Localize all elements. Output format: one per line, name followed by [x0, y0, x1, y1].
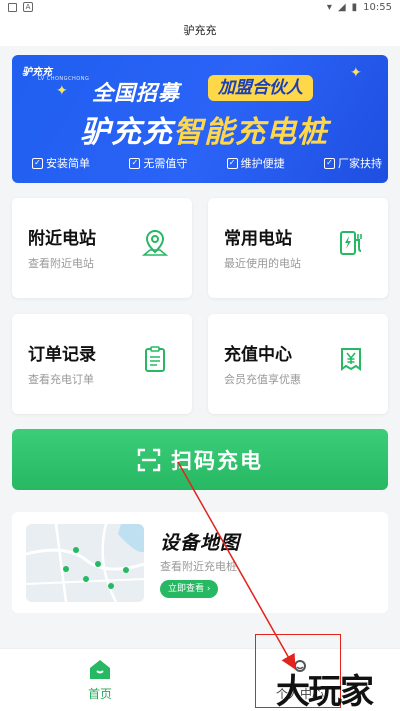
charger-icon: [340, 231, 362, 255]
card-title: 常用电站: [224, 229, 292, 249]
promo-banner[interactable]: 驴充充 LV CHONGCHONG ✦ ✦ 全国招募 加盟合伙人 驴充充智能充电…: [12, 55, 388, 183]
card-subtitle: 最近使用的电站: [224, 257, 301, 270]
check-icon: ✓: [226, 157, 238, 169]
card-order-records[interactable]: 订单记录 查看充电订单: [12, 314, 192, 414]
check-icon: ✓: [323, 157, 335, 169]
map-card-title: 设备地图: [160, 532, 241, 554]
card-recharge-center[interactable]: 充值中心 会员充值享优惠: [208, 314, 388, 414]
feature-item: ✓ 维护便捷: [226, 155, 285, 171]
wifi-icon: ▾: [326, 2, 332, 13]
notification-icon: [8, 2, 17, 12]
banner-logo-sub: LV CHONGCHONG: [38, 76, 90, 82]
map-pin-icon: [141, 229, 169, 256]
check-icon: ✓: [129, 157, 141, 169]
check-icon: ✓: [32, 157, 43, 169]
banner-product: 智能充电桩: [173, 115, 328, 150]
scan-icon: [137, 448, 161, 471]
status-bar: A ▾ ◢ ▮ 10:55: [0, 0, 400, 16]
signal-icon: ◢: [337, 2, 346, 13]
card-title: 附近电站: [28, 229, 96, 249]
map-thumbnail: [26, 524, 144, 602]
card-title: 订单记录: [28, 345, 96, 365]
scan-button-label: 扫码充电: [171, 448, 263, 473]
banner-features: ✓ 安装简单 ✓ 无需值守 ✓ 维护便捷 ✓ 厂家扶持: [32, 155, 382, 171]
feature-item: ✓ 无需值守: [129, 155, 187, 171]
card-nearby-stations[interactable]: 附近电站 查看附近电站: [12, 198, 192, 298]
battery-icon: ▮: [351, 2, 358, 13]
card-subtitle: 会员充值享优惠: [224, 373, 301, 386]
view-now-button[interactable]: 立即查看 ›: [160, 580, 219, 598]
status-time: 10:55: [363, 2, 392, 13]
tab-home[interactable]: 首页: [0, 649, 200, 711]
card-subtitle: 查看充电订单: [28, 373, 94, 386]
banner-recruit: 全国招募: [92, 81, 180, 105]
sparkle-icon: ✦: [56, 83, 68, 99]
watermark-logo: 大玩家: [276, 672, 374, 711]
banner-headline: 驴充充智能充电桩: [44, 107, 364, 151]
home-icon: [90, 660, 110, 679]
app-notification-icon: A: [23, 2, 33, 12]
tab-home-label: 首页: [87, 687, 112, 701]
clipboard-icon: [145, 346, 165, 372]
sparkle-icon: ✦: [350, 65, 362, 81]
feature-item: ✓ 厂家扶持: [323, 155, 382, 171]
page-title: 驴充充: [0, 16, 400, 46]
card-subtitle: 查看附近电站: [28, 257, 94, 270]
card-title: 充值中心: [224, 345, 292, 365]
feature-item: ✓ 安装简单: [32, 155, 90, 171]
banner-brand: 驴充充: [80, 115, 173, 150]
banner-pill: 加盟合伙人: [208, 75, 313, 101]
yuan-wallet-icon: [341, 348, 361, 371]
card-favorite-stations[interactable]: 常用电站 最近使用的电站: [208, 198, 388, 298]
map-card-subtitle: 查看附近充电桩: [160, 560, 237, 573]
device-map-card[interactable]: 设备地图 查看附近充电桩 立即查看 ›: [12, 512, 388, 613]
scan-to-charge-button[interactable]: 扫码充电: [12, 429, 388, 490]
